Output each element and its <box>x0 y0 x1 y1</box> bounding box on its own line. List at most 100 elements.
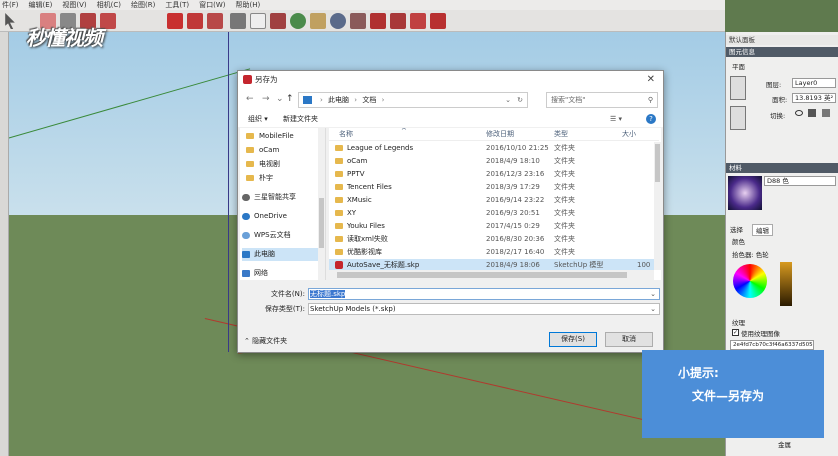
column-size[interactable]: 大小 <box>622 128 636 141</box>
nav-scrollbar-thumb[interactable] <box>319 198 324 248</box>
filename-input[interactable]: 无标题.skp ⌄ <box>308 288 660 300</box>
cancel-button[interactable]: 取消 <box>605 332 653 347</box>
menu-window[interactable]: 窗口(W) <box>199 0 225 10</box>
file-row[interactable]: 读取xml失败 2016/8/30 20:36 文件夹 <box>329 233 654 246</box>
layout-icon[interactable] <box>430 13 446 29</box>
breadcrumb-this-pc[interactable]: 此电脑 <box>328 96 349 104</box>
nav-item-samsung-share[interactable]: 三星智能共享 <box>242 191 320 204</box>
entity-info-header[interactable]: 图元信息 <box>726 47 838 57</box>
refresh-icon[interactable]: ↻ <box>517 93 523 107</box>
texture-file-field[interactable]: 2e4fd7cb70c3f46a6337d5050 <box>730 340 814 350</box>
picker-label[interactable]: 拾色器: 色轮 <box>732 249 769 259</box>
nav-item-ocam[interactable]: oCam <box>246 144 324 157</box>
rotate-tool-icon[interactable] <box>187 13 203 29</box>
select-tool-icon[interactable] <box>5 13 15 29</box>
file-list-scrollbar-thumb[interactable] <box>655 144 660 182</box>
menu-view[interactable]: 视图(V) <box>62 0 86 10</box>
file-list-hscrollbar-thumb[interactable] <box>337 272 627 278</box>
material-name[interactable]: D88 色 <box>764 176 836 186</box>
search-input[interactable]: 搜索"文档" ⚲ <box>546 92 658 108</box>
color-wheel[interactable] <box>733 264 767 298</box>
menu-draw[interactable]: 绘图(R) <box>131 0 155 10</box>
move-tool-icon[interactable] <box>167 13 183 29</box>
shadow-receive-icon[interactable] <box>822 109 830 117</box>
nav-item-tv-series[interactable]: 电视剧 <box>246 158 324 171</box>
texture-label: 纹理 <box>732 319 745 327</box>
recent-locations-icon[interactable]: ⌄ <box>276 94 284 104</box>
menu-help[interactable]: 帮助(H) <box>235 0 260 10</box>
file-row[interactable]: 优酷影视库 2018/2/17 16:40 文件夹 <box>329 246 654 259</box>
use-texture-checkbox[interactable]: ✓ <box>732 329 739 336</box>
file-row[interactable]: XY 2016/9/3 20:51 文件夹 <box>329 207 654 220</box>
tip-overlay: 小提示: 文件—另存为 <box>642 350 824 438</box>
shape-tool-icon[interactable] <box>100 13 116 29</box>
file-row[interactable]: oCam 2018/4/9 18:10 文件夹 <box>329 155 654 168</box>
file-list-hscrollbar[interactable] <box>329 270 654 280</box>
zoom-window-icon[interactable] <box>350 13 366 29</box>
face-back-swatch[interactable] <box>730 106 746 130</box>
face-front-swatch[interactable] <box>730 76 746 100</box>
savetype-select[interactable]: SketchUp Models (*.skp) ⌄ <box>308 303 660 315</box>
tab-edit[interactable]: 编辑 <box>752 224 773 236</box>
breadcrumb-separator: › <box>320 96 323 104</box>
share-model-icon[interactable] <box>410 13 426 29</box>
visibility-icon[interactable] <box>795 110 803 116</box>
dialog-title: 另存为 <box>255 75 278 84</box>
new-folder-button[interactable]: 新建文件夹 <box>283 111 318 127</box>
menu-camera[interactable]: 相机(C) <box>97 0 121 10</box>
orbit-tool-icon[interactable] <box>290 13 306 29</box>
nav-item-mobilefile[interactable]: MobileFile <box>246 130 324 143</box>
breadcrumb-documents[interactable]: 文档 <box>362 96 376 104</box>
address-bar[interactable]: › 此电脑 › 文档 › ⌄ ↻ <box>298 92 528 108</box>
filename-dropdown-icon[interactable]: ⌄ <box>650 289 656 299</box>
nav-scrollbar[interactable] <box>318 128 325 280</box>
close-icon[interactable]: ✕ <box>647 71 655 89</box>
network-icon <box>242 269 250 277</box>
warehouse-icon[interactable] <box>370 13 386 29</box>
view-options-icon[interactable]: ☰ ▾ <box>610 111 622 127</box>
file-row[interactable]: XMusic 2016/9/14 23:22 文件夹 <box>329 194 654 207</box>
savetype-row: 保存类型(T): SketchUp Models (*.skp) ⌄ <box>238 302 663 316</box>
nav-item-onedrive[interactable]: OneDrive <box>242 210 320 223</box>
tab-select[interactable]: 选择 <box>730 224 743 234</box>
extension-warehouse-icon[interactable] <box>390 13 406 29</box>
nav-item-puyu[interactable]: 朴宇 <box>246 172 324 185</box>
axes-tool-icon[interactable] <box>270 13 286 29</box>
nav-item-network[interactable]: 网络 <box>242 267 320 280</box>
watermark-logo: 秒懂视频 <box>26 26 103 50</box>
menu-tools[interactable]: 工具(T) <box>165 0 189 10</box>
column-name[interactable]: 名称 <box>339 128 353 141</box>
forward-arrow-icon[interactable]: → <box>262 94 270 104</box>
pan-tool-icon[interactable] <box>310 13 326 29</box>
column-type[interactable]: 类型 <box>554 128 568 141</box>
savetype-dropdown-icon[interactable]: ⌄ <box>650 304 656 314</box>
file-row[interactable]: PPTV 2016/12/3 23:16 文件夹 <box>329 168 654 181</box>
materials-header[interactable]: 材料 <box>726 163 838 173</box>
file-row[interactable]: League of Legends 2016/10/10 21:25 文件夹 <box>329 142 654 155</box>
save-button[interactable]: 保存(S) <box>549 332 597 347</box>
back-arrow-icon[interactable]: ← <box>246 94 254 104</box>
cloud-icon <box>242 231 250 239</box>
brightness-slider[interactable] <box>780 262 792 306</box>
file-row[interactable]: Youku Files 2017/4/15 0:29 文件夹 <box>329 220 654 233</box>
up-arrow-icon[interactable]: ↑ <box>286 94 294 104</box>
menu-edit[interactable]: 编辑(E) <box>29 0 53 10</box>
file-list-scrollbar[interactable] <box>654 142 661 270</box>
text-tool-icon[interactable] <box>250 13 266 29</box>
tape-tool-icon[interactable] <box>230 13 246 29</box>
filename-row: 文件名(N): 无标题.skp ⌄ <box>238 287 663 301</box>
menu-file[interactable]: 件(F) <box>2 0 19 10</box>
organize-menu[interactable]: 组织 ▾ <box>248 111 268 127</box>
shadow-cast-icon[interactable] <box>808 109 816 117</box>
nav-item-this-pc[interactable]: 此电脑 <box>242 248 320 261</box>
address-dropdown-icon[interactable]: ⌄ <box>505 93 511 107</box>
nav-item-wps-cloud[interactable]: WPS云文档 <box>242 229 320 242</box>
scale-tool-icon[interactable] <box>207 13 223 29</box>
column-date[interactable]: 修改日期 <box>486 128 514 141</box>
help-icon[interactable]: ? <box>646 114 656 124</box>
file-row[interactable]: Tencent Files 2018/3/9 17:29 文件夹 <box>329 181 654 194</box>
hide-folders-toggle[interactable]: ⌃ 隐藏文件夹 <box>244 335 287 347</box>
layer-select[interactable]: Layer0 <box>792 78 836 88</box>
computer-icon <box>242 250 250 258</box>
zoom-tool-icon[interactable] <box>330 13 346 29</box>
